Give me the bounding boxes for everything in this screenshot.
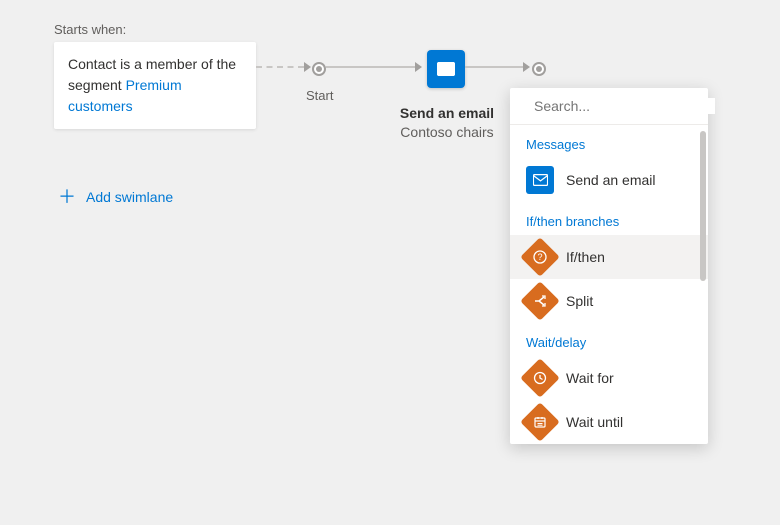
arrowhead-icon: [523, 62, 530, 72]
add-swimlane-label: Add swimlane: [86, 189, 173, 205]
mail-icon: [437, 62, 455, 76]
calendar-icon: [520, 402, 560, 442]
scrollbar[interactable]: [700, 131, 706, 281]
node-dot-icon: [312, 62, 326, 76]
menu-item-wait-until[interactable]: Wait until: [510, 400, 708, 444]
menu-item-label: Wait for: [566, 370, 614, 386]
menu-item-if-then[interactable]: ? If/then: [510, 235, 708, 279]
arrowhead-icon: [415, 62, 422, 72]
clock-icon: [520, 358, 560, 398]
menu-item-label: Split: [566, 293, 593, 309]
split-icon: [520, 281, 560, 321]
svg-text:?: ?: [537, 252, 542, 262]
start-label: Start: [306, 88, 333, 103]
menu-item-label: If/then: [566, 249, 605, 265]
starts-when-label: Starts when:: [54, 22, 126, 37]
search-input[interactable]: [534, 98, 715, 114]
send-email-subtitle: Contoso chairs: [397, 123, 497, 142]
mail-icon: [526, 166, 554, 194]
arrowhead-icon: [304, 62, 311, 72]
question-icon: ?: [520, 237, 560, 277]
menu-item-label: Send an email: [566, 172, 656, 188]
search-row: [510, 88, 708, 125]
menu-item-wait-for[interactable]: Wait for: [510, 356, 708, 400]
connector-solid-2: [465, 62, 530, 72]
section-header-messages: Messages: [510, 125, 708, 158]
node-dot-icon: [532, 62, 546, 76]
send-email-step[interactable]: [427, 50, 465, 88]
section-header-ifthen: If/then branches: [510, 202, 708, 235]
start-node[interactable]: [312, 62, 326, 76]
connector-solid-1: [326, 62, 422, 72]
add-action-node[interactable]: [532, 62, 546, 76]
popover-scroll-area: Messages Send an email If/then branches …: [510, 125, 708, 444]
send-email-step-label: Send an email Contoso chairs: [397, 104, 497, 142]
menu-item-label: Wait until: [566, 414, 623, 430]
send-email-title: Send an email: [397, 104, 497, 123]
trigger-card[interactable]: Contact is a member of the segment Premi…: [54, 42, 256, 129]
menu-item-split[interactable]: Split: [510, 279, 708, 323]
add-swimlane-button[interactable]: ＋ Add swimlane: [58, 188, 173, 206]
menu-item-send-email[interactable]: Send an email: [510, 158, 708, 202]
section-header-wait: Wait/delay: [510, 323, 708, 356]
add-action-popover: Messages Send an email If/then branches …: [510, 88, 708, 444]
connector-dashed: [256, 62, 311, 72]
plus-icon: ＋: [58, 188, 76, 206]
